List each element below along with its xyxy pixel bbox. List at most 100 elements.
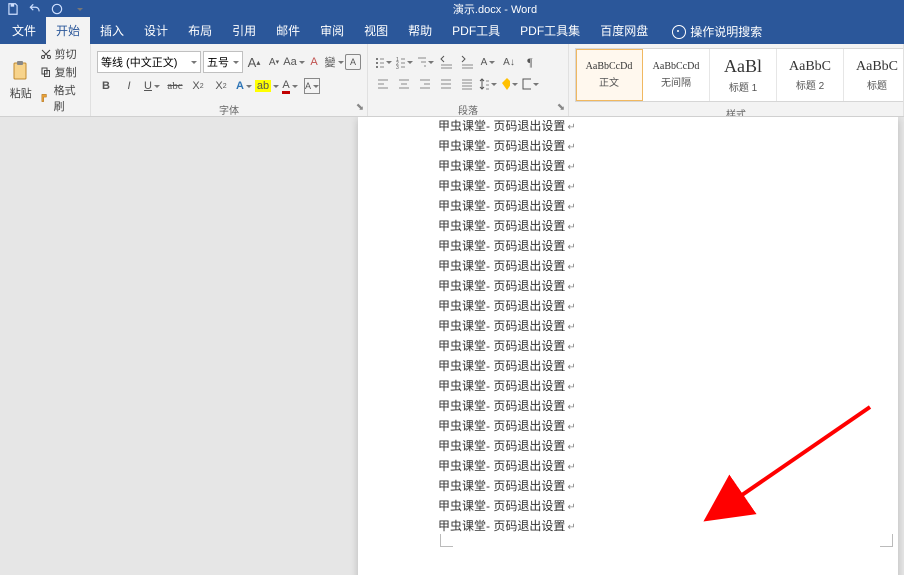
change-case-button[interactable]: Aa [285, 53, 303, 71]
document-line[interactable]: 甲虫课堂- 页码退出设置↵ [438, 217, 818, 237]
font-size-select[interactable]: 五号 [203, 51, 243, 73]
undo-icon[interactable] [28, 2, 42, 16]
style-item-0[interactable]: AaBbCcDd正文 [576, 49, 643, 101]
font-name-select[interactable]: 等线 (中文正文) [97, 51, 201, 73]
style-name-label: 标题 1 [729, 79, 757, 94]
character-shading-button[interactable]: A [304, 78, 320, 94]
style-preview: AaBbC [856, 59, 898, 75]
tab-mailings[interactable]: 邮件 [266, 17, 310, 44]
increase-indent-button[interactable] [458, 53, 476, 71]
document-line[interactable]: 甲虫课堂- 页码退出设置↵ [438, 277, 818, 297]
document-line[interactable]: 甲虫课堂- 页码退出设置↵ [438, 157, 818, 177]
paragraph-mark-icon: ↵ [567, 322, 575, 333]
tab-view[interactable]: 视图 [354, 17, 398, 44]
redo-icon[interactable] [50, 2, 64, 16]
document-line[interactable]: 甲虫课堂- 页码退出设置↵ [438, 317, 818, 337]
enclose-characters-button[interactable]: A [345, 54, 361, 70]
align-right-button[interactable] [416, 75, 434, 93]
shading-button[interactable] [500, 75, 518, 93]
tab-help[interactable]: 帮助 [398, 17, 442, 44]
save-icon[interactable] [6, 2, 20, 16]
style-name-label: 正文 [599, 74, 619, 89]
tab-review[interactable]: 审阅 [310, 17, 354, 44]
italic-button[interactable]: I [120, 77, 138, 95]
tab-baidu-netdisk[interactable]: 百度网盘 [590, 17, 658, 44]
subscript-button[interactable]: X2 [189, 77, 207, 95]
document-line[interactable]: 甲虫课堂- 页码退出设置↵ [438, 297, 818, 317]
borders-button[interactable] [521, 75, 539, 93]
document-line[interactable]: 甲虫课堂- 页码退出设置↵ [438, 517, 818, 537]
paste-button[interactable]: 粘贴 [6, 59, 36, 101]
page[interactable]: 甲虫课堂- 页码退出设置↵甲虫课堂- 页码退出设置↵甲虫课堂- 页码退出设置↵甲… [358, 117, 898, 575]
bold-button[interactable]: B [97, 77, 115, 95]
document-line[interactable]: 甲虫课堂- 页码退出设置↵ [438, 397, 818, 417]
copy-button[interactable]: 复制 [40, 64, 84, 80]
bullets-button[interactable] [374, 53, 392, 71]
paragraph-mark-icon: ↵ [567, 382, 575, 393]
document-line[interactable]: 甲虫课堂- 页码退出设置↵ [438, 357, 818, 377]
document-line[interactable]: 甲虫课堂- 页码退出设置↵ [438, 477, 818, 497]
document-line[interactable]: 甲虫课堂- 页码退出设置↵ [438, 137, 818, 157]
style-item-2[interactable]: AaBl标题 1 [710, 49, 777, 101]
paste-label: 粘贴 [10, 85, 32, 101]
align-left-button[interactable] [374, 75, 392, 93]
document-line[interactable]: 甲虫课堂- 页码退出设置↵ [438, 337, 818, 357]
clear-formatting-button[interactable]: A [305, 53, 323, 71]
format-painter-button[interactable]: 格式刷 [40, 82, 84, 114]
tab-pdf-tools[interactable]: PDF工具 [442, 17, 510, 44]
align-distribute-button[interactable] [458, 75, 476, 93]
style-name-label: 标题 2 [796, 77, 824, 92]
text-direction-button[interactable]: A [479, 53, 497, 71]
numbering-button[interactable]: 123 [395, 53, 413, 71]
document-line[interactable]: 甲虫课堂- 页码退出设置↵ [438, 417, 818, 437]
cut-button[interactable]: 剪切 [40, 46, 84, 62]
tab-insert[interactable]: 插入 [90, 17, 134, 44]
paragraph-mark-icon: ↵ [567, 402, 575, 413]
text-effects-button[interactable]: A [235, 77, 253, 95]
tell-me-search[interactable]: 操作说明搜索 [666, 19, 768, 44]
phonetic-guide-button[interactable]: 變 [325, 53, 343, 71]
underline-button[interactable]: U [143, 77, 161, 95]
font-launcher-icon[interactable]: ⬊ [355, 102, 365, 112]
style-item-3[interactable]: AaBbC标题 2 [777, 49, 844, 101]
align-justify-button[interactable] [437, 75, 455, 93]
paragraph-launcher-icon[interactable]: ⬊ [556, 102, 566, 112]
strikethrough-button[interactable]: abc [166, 77, 184, 95]
document-line[interactable]: 甲虫课堂- 页码退出设置↵ [438, 377, 818, 397]
tab-home[interactable]: 开始 [46, 17, 90, 44]
font-color-button[interactable]: A [281, 77, 299, 95]
document-line[interactable]: 甲虫课堂- 页码退出设置↵ [438, 197, 818, 217]
tab-design[interactable]: 设计 [134, 17, 178, 44]
tab-references[interactable]: 引用 [222, 17, 266, 44]
document-line[interactable]: 甲虫课堂- 页码退出设置↵ [438, 237, 818, 257]
document-line[interactable]: 甲虫课堂- 页码退出设置↵ [438, 177, 818, 197]
align-center-button[interactable] [395, 75, 413, 93]
superscript-button[interactable]: X2 [212, 77, 230, 95]
paragraph-mark-icon: ↵ [567, 282, 575, 293]
styles-gallery[interactable]: AaBbCcDd正文AaBbCcDd无间隔AaBl标题 1AaBbC标题 2Aa… [575, 48, 904, 102]
document-line[interactable]: 甲虫课堂- 页码退出设置↵ [438, 437, 818, 457]
line-spacing-button[interactable] [479, 75, 497, 93]
document-area[interactable]: 甲虫课堂- 页码退出设置↵甲虫课堂- 页码退出设置↵甲虫课堂- 页码退出设置↵甲… [0, 117, 904, 575]
highlight-button[interactable]: ab [258, 77, 276, 95]
multilevel-list-button[interactable] [416, 53, 434, 71]
tab-layout[interactable]: 布局 [178, 17, 222, 44]
grow-font-button[interactable]: A▴ [245, 53, 263, 71]
tab-file[interactable]: 文件 [2, 17, 46, 44]
document-line[interactable]: 甲虫课堂- 页码退出设置↵ [438, 497, 818, 517]
decrease-indent-button[interactable] [437, 53, 455, 71]
cut-label: 剪切 [55, 46, 77, 62]
show-marks-button[interactable]: ¶ [521, 53, 539, 71]
group-font: 等线 (中文正文) 五号 A▴ A▾ Aa A 變 A B I U abc X2… [91, 44, 368, 116]
document-line[interactable]: 甲虫课堂- 页码退出设置↵ [438, 117, 818, 137]
tab-pdf-toolset[interactable]: PDF工具集 [510, 17, 590, 44]
style-item-4[interactable]: AaBbC标题 [844, 49, 904, 101]
svg-text:3: 3 [396, 65, 399, 69]
customize-qat-icon[interactable] [72, 2, 86, 16]
paragraph-mark-icon: ↵ [567, 182, 575, 193]
document-line[interactable]: 甲虫课堂- 页码退出设置↵ [438, 257, 818, 277]
style-item-1[interactable]: AaBbCcDd无间隔 [643, 49, 710, 101]
shrink-font-button[interactable]: A▾ [265, 53, 283, 71]
sort-button[interactable]: A↓ [500, 53, 518, 71]
document-line[interactable]: 甲虫课堂- 页码退出设置↵ [438, 457, 818, 477]
